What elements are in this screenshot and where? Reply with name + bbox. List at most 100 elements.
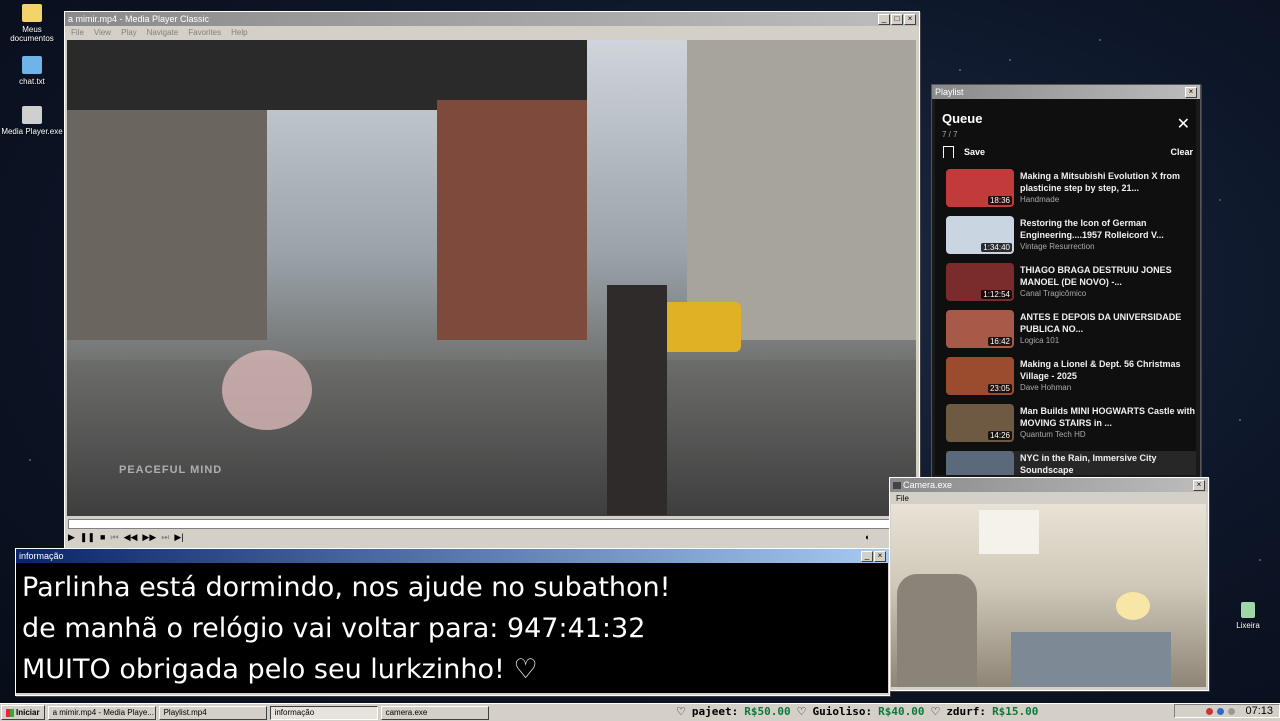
duration-badge: 16:42 (987, 337, 1012, 346)
menu-navigate[interactable]: Navigate (147, 28, 179, 37)
desktop-icon-label: Media Player.exe (1, 127, 63, 136)
video-thumbnail: 23:05 (946, 357, 1014, 395)
task-info[interactable]: informação (269, 705, 378, 720)
task-label: informação (274, 708, 315, 717)
menu-favorites[interactable]: Favorites (188, 28, 221, 37)
play-icon[interactable]: ▶ (68, 532, 75, 543)
desktop-icon-media-player[interactable]: Media Player.exe (0, 106, 64, 136)
item-title: Restoring the Icon of German Engineering… (1020, 218, 1164, 240)
clear-button[interactable]: Clear (1170, 147, 1193, 157)
playlist-titlebar[interactable]: Playlist × (932, 85, 1200, 99)
item-title: Man Builds MINI HOGWARTS Castle with MOV… (1020, 406, 1196, 428)
video-watermark: PEACEFUL MIND (119, 464, 223, 476)
camera-app-icon (893, 481, 901, 489)
queue-item[interactable]: 18:36 Making a Mitsubishi Evolution X fr… (946, 169, 1196, 216)
video-frame[interactable]: PEACEFUL MIND (67, 40, 916, 516)
volume-icon[interactable]: ◖ (864, 532, 869, 542)
task-label: a mimir.mp4 - Media Playe... (52, 708, 154, 717)
task-label: camera.exe (385, 708, 428, 717)
queue-item[interactable]: 16:42 ANTES E DEPOIS DA UNIVERSIDADE PUB… (946, 310, 1196, 357)
menu-file[interactable]: File (896, 494, 909, 503)
info-line: MUITO obrigada pelo seu lurkzinho! ♡ (22, 654, 538, 685)
windows-logo-icon (6, 708, 14, 717)
menu-bar: File View Play Navigate Favorites Help (65, 26, 919, 38)
video-thumbnail: 16:42 (946, 310, 1014, 348)
menu-view[interactable]: View (94, 28, 111, 37)
skip-back-icon[interactable]: ⏮ (110, 532, 118, 543)
pedestrian-woman (607, 285, 667, 515)
playback-controls: ▶ ❚❚ ■ ⏮ ◀◀ ▶▶ ⏭ ▶| (68, 532, 184, 543)
media-player-titlebar[interactable]: a mimir.mp4 - Media Player Classic _ □ × (65, 12, 919, 26)
close-button[interactable]: × (874, 550, 886, 562)
stop-icon[interactable]: ■ (100, 532, 105, 543)
close-icon[interactable]: ✕ (1177, 114, 1190, 134)
skip-forward-icon[interactable]: ⏭ (161, 532, 169, 543)
maximize-button[interactable]: □ (891, 13, 903, 25)
queue-item-now-playing[interactable]: NYC in the Rain, Immersive City Soundsca… (946, 451, 1196, 475)
minimize-button[interactable]: _ (861, 550, 873, 562)
desktop-icon-recycle-bin[interactable]: Lixeira (1216, 602, 1280, 630)
item-channel: Logica 101 (1020, 336, 1060, 345)
queue-item[interactable]: 1:12:54 THIAGO BRAGA DESTRUIU JONES MANO… (946, 263, 1196, 310)
seek-bar[interactable] (68, 519, 918, 529)
queue-title: Queue (942, 111, 983, 126)
camera-menu: File (890, 492, 1208, 504)
heart-icon: ♡ (796, 705, 807, 718)
clock[interactable]: 07:13 (1245, 705, 1273, 717)
video-thumbnail (946, 451, 1014, 475)
chair (897, 574, 977, 687)
info-line: Parlinha está dormindo, nos ajude no sub… (22, 572, 671, 603)
camera-titlebar[interactable]: Camera.exe × (890, 478, 1208, 492)
menu-file[interactable]: File (71, 28, 84, 37)
video-thumbnail: 14:26 (946, 404, 1014, 442)
save-label: Save (964, 147, 986, 157)
minimize-button[interactable]: _ (878, 13, 890, 25)
item-channel: Dave Hohman (1020, 383, 1072, 392)
desktop-icon-documents[interactable]: Meus documentos (0, 4, 64, 43)
pedestrian-umbrella (222, 350, 312, 430)
item-title: THIAGO BRAGA DESTRUIU JONES MANOEL (DE N… (1020, 265, 1172, 287)
window-title: Playlist (935, 87, 964, 97)
close-button[interactable]: × (1185, 86, 1197, 98)
bookmark-icon (943, 146, 954, 158)
rewind-icon[interactable]: ◀◀ (124, 532, 138, 543)
queue-item[interactable]: 1:34:40 Restoring the Icon of German Eng… (946, 216, 1196, 263)
task-media-player[interactable]: a mimir.mp4 - Media Playe... (47, 705, 156, 720)
duration-badge: 1:34:40 (981, 243, 1012, 252)
close-button[interactable]: × (904, 13, 916, 25)
duration-badge: 14:26 (987, 431, 1012, 440)
queue-count: 7 / 7 (942, 130, 958, 139)
tray-icon[interactable] (1228, 707, 1236, 715)
window-title: a mimir.mp4 - Media Player Classic (68, 14, 210, 24)
item-channel: Handmade (1020, 195, 1060, 204)
tray-icon[interactable] (1206, 707, 1214, 715)
duration-badge: 18:36 (987, 196, 1012, 205)
frame-step-icon[interactable]: ▶| (174, 532, 183, 543)
task-camera[interactable]: camera.exe (380, 705, 489, 720)
info-titlebar[interactable]: informação _ × (16, 549, 889, 563)
donation-amount: R$50.00 (744, 705, 791, 718)
start-button[interactable]: Iniciar (1, 705, 45, 720)
item-channel: Canal Tragicômico (1020, 289, 1087, 298)
donor-name: zdurf: (946, 705, 987, 718)
menu-play[interactable]: Play (121, 28, 137, 37)
queue-list: 18:36 Making a Mitsubishi Evolution X fr… (946, 169, 1196, 475)
pause-icon[interactable]: ❚❚ (80, 532, 95, 543)
close-button[interactable]: × (1193, 479, 1205, 491)
building-left (67, 110, 267, 340)
forward-icon[interactable]: ▶▶ (142, 532, 156, 543)
desk (1011, 632, 1171, 687)
save-button[interactable]: Save (943, 146, 985, 158)
window-light (979, 510, 1039, 554)
queue-item[interactable]: 14:26 Man Builds MINI HOGWARTS Castle wi… (946, 404, 1196, 451)
queue-item[interactable]: 23:05 Making a Lionel & Dept. 56 Christm… (946, 357, 1196, 404)
task-label: Playlist.mp4 (163, 708, 207, 717)
duration-badge: 23:05 (987, 384, 1012, 393)
task-playlist[interactable]: Playlist.mp4 (158, 705, 267, 720)
menu-help[interactable]: Help (231, 28, 247, 37)
desktop-icon-label: Meus documentos (10, 25, 54, 43)
desktop-icon-label: Lixeira (1236, 621, 1260, 630)
desktop-icon-chat[interactable]: chat.txt (0, 56, 64, 86)
tray-icon[interactable] (1217, 707, 1225, 715)
donor-name: Guioliso: (812, 705, 873, 718)
